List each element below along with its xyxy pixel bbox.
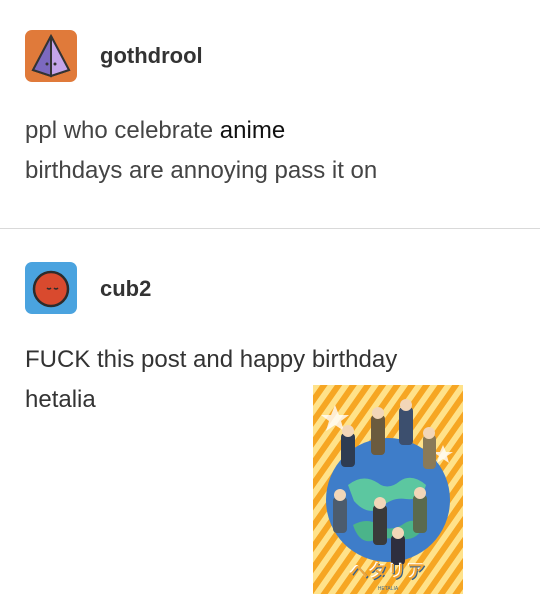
post-cub2: cub2 FUCK this post and happy birthday h… <box>0 229 540 612</box>
post-text-line: ppl who celebrate <box>25 117 220 144</box>
post-text-line: FUCK this post and happy birthday <box>25 346 398 373</box>
username[interactable]: cub2 <box>100 276 151 302</box>
poster-title: ヘタリア <box>350 562 426 582</box>
post-text-word: anime <box>219 117 286 144</box>
hetalia-poster-image[interactable]: ヘタリア HETALIA <box>313 385 463 594</box>
poster-small-print: HETALIA <box>377 586 399 592</box>
moon-face-avatar-icon[interactable] <box>25 262 77 314</box>
post-body: ppl who celebrate anime birthdays are an… <box>25 111 505 191</box>
post-text-line: birthdays are annoying pass it on <box>25 157 378 184</box>
username[interactable]: gothdrool <box>100 43 203 69</box>
pyramid-avatar-icon[interactable] <box>25 30 77 82</box>
post-gothdrool: gothdrool ppl who celebrate anime birthd… <box>0 0 540 228</box>
